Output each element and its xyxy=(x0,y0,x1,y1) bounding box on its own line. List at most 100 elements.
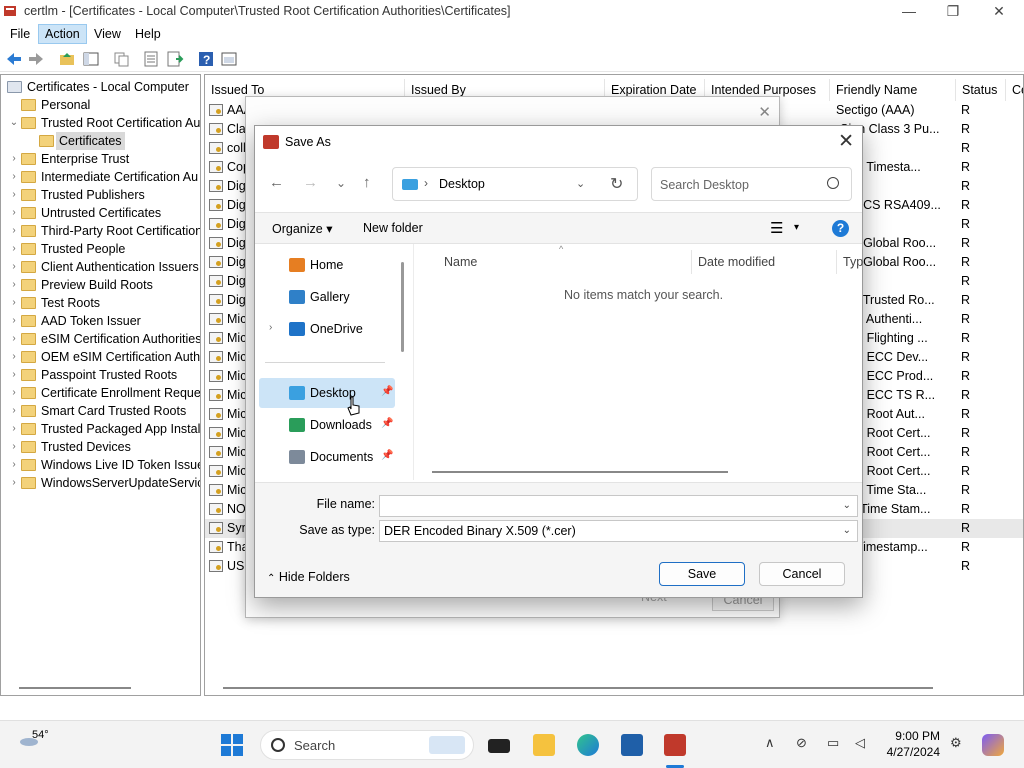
back-icon[interactable]: ← xyxy=(269,174,284,191)
cancel-button[interactable]: Cancel xyxy=(759,562,845,586)
menu-action[interactable]: Action xyxy=(38,24,87,44)
expand-chevron-icon[interactable]: › xyxy=(9,294,19,312)
file-name-input[interactable]: ⌄ xyxy=(379,495,858,517)
expand-chevron-icon[interactable]: › xyxy=(9,474,19,492)
organize-button[interactable]: Organize ▾ xyxy=(272,221,332,236)
display-icon[interactable]: ▭ xyxy=(827,735,839,751)
help-icon[interactable]: ? xyxy=(197,50,215,68)
show-hidden-icons-chevron-icon[interactable]: ∧ xyxy=(765,735,775,751)
forward-icon[interactable]: → xyxy=(303,174,318,191)
certificate-icon xyxy=(209,123,223,135)
folder-icon xyxy=(21,243,36,255)
save-as-close-button[interactable]: ✕ xyxy=(838,130,854,153)
maximize-button[interactable]: ❐ xyxy=(930,0,976,24)
save-button[interactable]: Save xyxy=(659,562,745,586)
expand-chevron-icon[interactable]: › xyxy=(9,456,19,474)
file-list-horizontal-scrollbar[interactable] xyxy=(432,471,728,473)
view-dropdown-icon[interactable]: ▾ xyxy=(794,222,799,233)
start-button[interactable] xyxy=(221,734,243,756)
export-list-icon[interactable] xyxy=(166,50,184,68)
column-name[interactable]: Name xyxy=(438,250,692,274)
expand-chevron-icon[interactable]: › xyxy=(9,150,19,168)
nav-scrollbar[interactable] xyxy=(401,262,404,352)
menu-help[interactable]: Help xyxy=(129,24,167,44)
list-horizontal-scrollbar[interactable] xyxy=(223,687,933,689)
forward-arrow-icon[interactable] xyxy=(27,50,45,68)
recent-locations-icon[interactable]: ⌄ xyxy=(336,176,346,190)
certificate-icon xyxy=(209,237,223,249)
minimize-button[interactable]: — xyxy=(886,0,932,24)
nav-item-documents[interactable]: Documents 📌 xyxy=(259,442,395,472)
nav-item-desktop[interactable]: Desktop 📌 xyxy=(259,378,395,408)
edge-icon[interactable] xyxy=(577,734,599,756)
column-friendly-name[interactable]: Friendly Name xyxy=(830,79,956,101)
nav-item-label: Home xyxy=(310,258,344,272)
volume-icon[interactable]: ◁ xyxy=(855,735,865,751)
nav-item-gallery[interactable]: Gallery xyxy=(259,282,395,312)
file-name-dropdown-icon[interactable]: ⌄ xyxy=(843,496,851,516)
expand-chevron-icon[interactable]: › xyxy=(9,330,19,348)
address-text[interactable]: Desktop xyxy=(439,177,485,191)
task-view-icon[interactable] xyxy=(488,739,510,753)
copilot-icon[interactable] xyxy=(982,734,1004,756)
search-box[interactable]: Search Desktop xyxy=(651,167,852,201)
new-folder-button[interactable]: New folder xyxy=(363,221,423,235)
network-icon[interactable]: ⊘ xyxy=(796,735,807,751)
expand-chevron-icon[interactable]: › xyxy=(9,240,19,258)
close-button[interactable]: ✕ xyxy=(976,0,1022,24)
menu-view[interactable]: View xyxy=(88,24,127,44)
show-hide-tree-icon[interactable] xyxy=(82,50,100,68)
certificate-icon xyxy=(209,294,223,306)
certlm-taskbar-icon[interactable] xyxy=(664,734,686,756)
hide-folders-button[interactable]: ⌃ Hide Folders xyxy=(267,570,350,584)
clock[interactable]: 9:00 PM 4/27/2024 xyxy=(884,728,940,760)
tree-node-label: Client Authentication Issuers xyxy=(41,260,199,274)
wizard-close-button[interactable]: ✕ xyxy=(758,103,771,121)
expand-chevron-icon[interactable]: › xyxy=(9,204,19,222)
column-date-modified[interactable]: Date modified xyxy=(692,250,837,274)
save-as-type-dropdown-icon[interactable]: ⌄ xyxy=(843,521,851,541)
copy-icon[interactable] xyxy=(112,50,130,68)
taskbar-search[interactable]: Search xyxy=(260,730,474,760)
expand-chevron-icon[interactable]: › xyxy=(9,312,19,330)
expand-chevron-icon[interactable]: › xyxy=(9,366,19,384)
up-icon[interactable]: ↑ xyxy=(363,174,371,191)
expand-chevron-icon[interactable]: › xyxy=(9,222,19,240)
view-options-icon[interactable]: ☰ xyxy=(770,219,783,237)
store-icon[interactable] xyxy=(621,734,643,756)
folder-icon xyxy=(21,351,36,363)
file-explorer-icon[interactable] xyxy=(533,734,555,756)
expand-chevron-icon[interactable]: › xyxy=(9,258,19,276)
expand-chevron-icon[interactable]: › xyxy=(9,186,19,204)
menu-file[interactable]: File xyxy=(4,24,36,44)
expanded-chevron-icon[interactable]: ⌄ xyxy=(9,114,19,132)
expand-chevron-icon[interactable]: › xyxy=(9,420,19,438)
expand-chevron-icon[interactable]: › xyxy=(9,276,19,294)
up-folder-icon[interactable] xyxy=(58,50,76,68)
back-arrow-icon[interactable] xyxy=(5,50,23,68)
nav-item-home[interactable]: Home xyxy=(259,250,395,280)
expand-chevron-icon[interactable]: › xyxy=(269,322,272,333)
notifications-icon[interactable]: ⚙ xyxy=(950,735,962,751)
folder-icon xyxy=(21,225,36,237)
refresh-icon[interactable]: ↻ xyxy=(610,174,623,194)
column-type[interactable]: Type xyxy=(837,250,863,274)
column-status[interactable]: Status xyxy=(956,79,1006,101)
console-view-icon[interactable] xyxy=(220,50,238,68)
expand-chevron-icon[interactable]: › xyxy=(9,402,19,420)
help-button[interactable]: ? xyxy=(832,220,849,237)
address-bar[interactable]: › Desktop ⌄ ↻ xyxy=(392,167,638,201)
save-as-type-select[interactable]: DER Encoded Binary X.509 (*.cer) ⌄ xyxy=(379,520,858,542)
nav-item-downloads[interactable]: Downloads 📌 xyxy=(259,410,395,440)
expand-chevron-icon[interactable]: › xyxy=(9,384,19,402)
expand-chevron-icon[interactable]: › xyxy=(9,438,19,456)
nav-item-onedrive[interactable]: › OneDrive xyxy=(259,314,395,344)
expand-chevron-icon[interactable]: › xyxy=(9,168,19,186)
file-name-label: File name: xyxy=(316,497,375,511)
expand-chevron-icon[interactable]: › xyxy=(9,348,19,366)
tree-horizontal-scrollbar[interactable] xyxy=(19,687,131,689)
address-dropdown-icon[interactable]: ⌄ xyxy=(576,177,585,190)
column-certificate-template[interactable]: Ce xyxy=(1006,79,1023,101)
weather-widget[interactable]: 54° xyxy=(18,729,49,747)
properties-icon[interactable] xyxy=(142,50,160,68)
